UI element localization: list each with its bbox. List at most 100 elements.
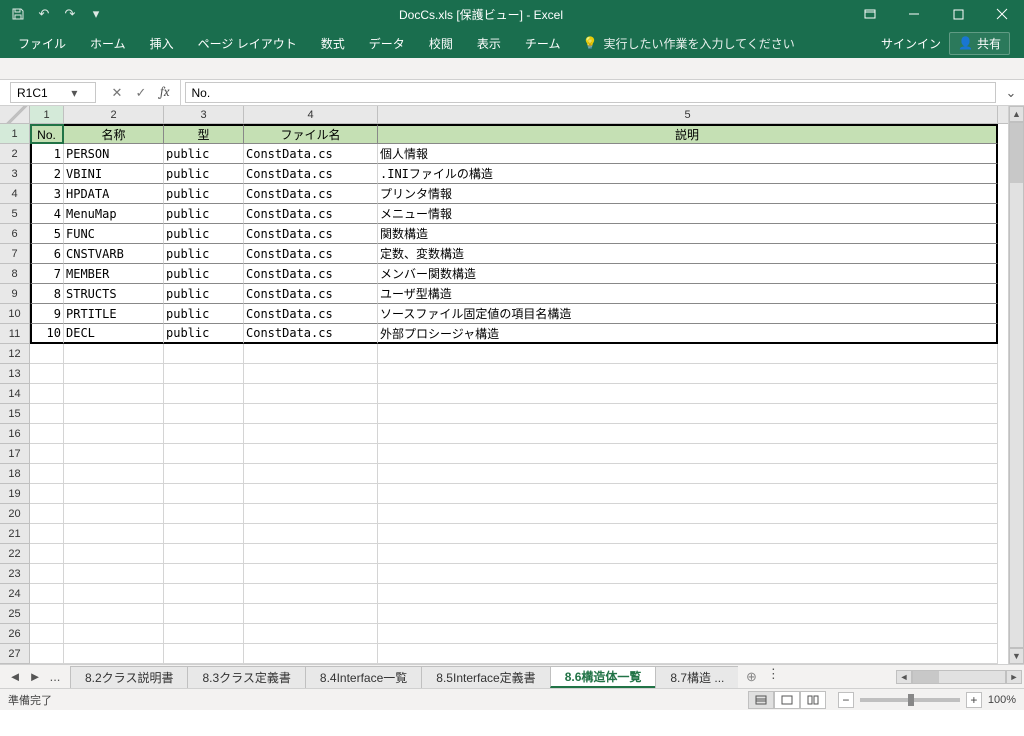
scroll-left-icon[interactable]: ◄ bbox=[896, 670, 912, 684]
cell[interactable]: ConstData.cs bbox=[244, 164, 378, 184]
cell[interactable]: 5 bbox=[30, 224, 64, 244]
zoom-handle[interactable] bbox=[908, 694, 914, 706]
cell[interactable] bbox=[244, 604, 378, 624]
cell[interactable] bbox=[64, 444, 164, 464]
row-header[interactable]: 4 bbox=[0, 184, 30, 204]
cell[interactable] bbox=[30, 504, 64, 524]
cell[interactable] bbox=[244, 404, 378, 424]
save-icon[interactable] bbox=[6, 2, 30, 26]
cell[interactable]: ConstData.cs bbox=[244, 244, 378, 264]
cell[interactable] bbox=[164, 364, 244, 384]
cell[interactable] bbox=[378, 504, 998, 524]
cell[interactable]: public bbox=[164, 204, 244, 224]
tab-page-layout[interactable]: ページ レイアウト bbox=[186, 28, 309, 58]
close-icon[interactable] bbox=[980, 0, 1024, 28]
row-header[interactable]: 15 bbox=[0, 404, 30, 424]
cell[interactable]: ConstData.cs bbox=[244, 204, 378, 224]
cell[interactable] bbox=[164, 604, 244, 624]
row-header[interactable]: 21 bbox=[0, 524, 30, 544]
cell[interactable] bbox=[164, 484, 244, 504]
cell[interactable] bbox=[30, 444, 64, 464]
cell[interactable] bbox=[64, 564, 164, 584]
cell[interactable]: MenuMap bbox=[64, 204, 164, 224]
scroll-right-icon[interactable]: ► bbox=[1006, 670, 1022, 684]
cell[interactable] bbox=[378, 564, 998, 584]
customize-qat-icon[interactable]: ▾ bbox=[84, 2, 108, 26]
enter-formula-icon[interactable]: ✓ bbox=[130, 82, 152, 104]
cell[interactable] bbox=[30, 604, 64, 624]
cell[interactable] bbox=[244, 624, 378, 644]
tab-formulas[interactable]: 数式 bbox=[309, 28, 357, 58]
hscroll-thumb[interactable] bbox=[913, 671, 939, 683]
row-header[interactable]: 16 bbox=[0, 424, 30, 444]
cell[interactable]: ユーザ型構造 bbox=[378, 284, 998, 304]
cell[interactable]: public bbox=[164, 304, 244, 324]
cell[interactable] bbox=[30, 584, 64, 604]
tell-me-search[interactable]: 💡 実行したい作業を入力してください bbox=[572, 35, 804, 52]
cell[interactable] bbox=[30, 424, 64, 444]
cell[interactable] bbox=[244, 564, 378, 584]
row-header[interactable]: 23 bbox=[0, 564, 30, 584]
cell[interactable]: PERSON bbox=[64, 144, 164, 164]
select-all-button[interactable] bbox=[0, 106, 30, 123]
cell[interactable]: 外部プロシージャ構造 bbox=[378, 324, 998, 344]
row-header[interactable]: 12 bbox=[0, 344, 30, 364]
cell[interactable]: ソースファイル固定値の項目名構造 bbox=[378, 304, 998, 324]
cell[interactable]: 関数構造 bbox=[378, 224, 998, 244]
expand-formula-bar-icon[interactable]: ⌄ bbox=[1002, 82, 1020, 103]
hscroll-track[interactable] bbox=[912, 670, 1006, 684]
cell[interactable] bbox=[378, 344, 998, 364]
cell[interactable] bbox=[30, 364, 64, 384]
tab-scroll-left-icon[interactable]: ◄ bbox=[6, 668, 24, 686]
row-header[interactable]: 14 bbox=[0, 384, 30, 404]
cell[interactable] bbox=[378, 384, 998, 404]
fx-icon[interactable]: fx bbox=[154, 85, 176, 100]
cell[interactable] bbox=[378, 644, 998, 664]
cell[interactable]: public bbox=[164, 184, 244, 204]
cell[interactable] bbox=[164, 504, 244, 524]
tab-file[interactable]: ファイル bbox=[6, 28, 78, 58]
redo-icon[interactable]: ↷ bbox=[58, 2, 82, 26]
cell[interactable] bbox=[378, 364, 998, 384]
row-header[interactable]: 11 bbox=[0, 324, 30, 344]
zoom-slider[interactable] bbox=[860, 698, 960, 702]
cell[interactable] bbox=[244, 464, 378, 484]
cell[interactable] bbox=[30, 644, 64, 664]
ribbon-display-icon[interactable] bbox=[848, 0, 892, 28]
cell[interactable]: ConstData.cs bbox=[244, 264, 378, 284]
cell[interactable] bbox=[164, 384, 244, 404]
cell[interactable]: ConstData.cs bbox=[244, 304, 378, 324]
add-sheet-button[interactable]: ⊕ bbox=[738, 665, 764, 688]
row-header[interactable]: 22 bbox=[0, 544, 30, 564]
cell[interactable] bbox=[378, 424, 998, 444]
tab-nav-more[interactable]: ... bbox=[46, 668, 64, 686]
cell[interactable] bbox=[64, 504, 164, 524]
cell[interactable] bbox=[164, 344, 244, 364]
sign-in-link[interactable]: サインイン bbox=[881, 35, 941, 52]
cell[interactable] bbox=[64, 404, 164, 424]
cell[interactable] bbox=[378, 624, 998, 644]
tab-team[interactable]: チーム bbox=[513, 28, 573, 58]
cell[interactable] bbox=[244, 544, 378, 564]
cell[interactable]: メンバー関数構造 bbox=[378, 264, 998, 284]
cell[interactable]: ConstData.cs bbox=[244, 324, 378, 344]
row-header[interactable]: 3 bbox=[0, 164, 30, 184]
sheet-tab[interactable]: 8.3クラス定義書 bbox=[187, 666, 305, 688]
row-header[interactable]: 9 bbox=[0, 284, 30, 304]
cell[interactable]: 2 bbox=[30, 164, 64, 184]
tab-scroll-right-icon[interactable]: ► bbox=[26, 668, 44, 686]
tab-home[interactable]: ホーム bbox=[78, 28, 138, 58]
cell[interactable]: public bbox=[164, 164, 244, 184]
col-header[interactable]: 1 bbox=[30, 106, 64, 123]
cell[interactable]: FUNC bbox=[64, 224, 164, 244]
scroll-down-icon[interactable]: ▼ bbox=[1009, 648, 1024, 664]
row-header[interactable]: 24 bbox=[0, 584, 30, 604]
cell[interactable] bbox=[64, 524, 164, 544]
vscroll-thumb[interactable] bbox=[1010, 123, 1023, 183]
col-header[interactable]: 2 bbox=[64, 106, 164, 123]
cell[interactable]: public bbox=[164, 224, 244, 244]
share-button[interactable]: 👤 共有 bbox=[949, 32, 1010, 55]
cell[interactable]: 1 bbox=[30, 144, 64, 164]
cell[interactable] bbox=[30, 384, 64, 404]
cell[interactable]: DECL bbox=[64, 324, 164, 344]
